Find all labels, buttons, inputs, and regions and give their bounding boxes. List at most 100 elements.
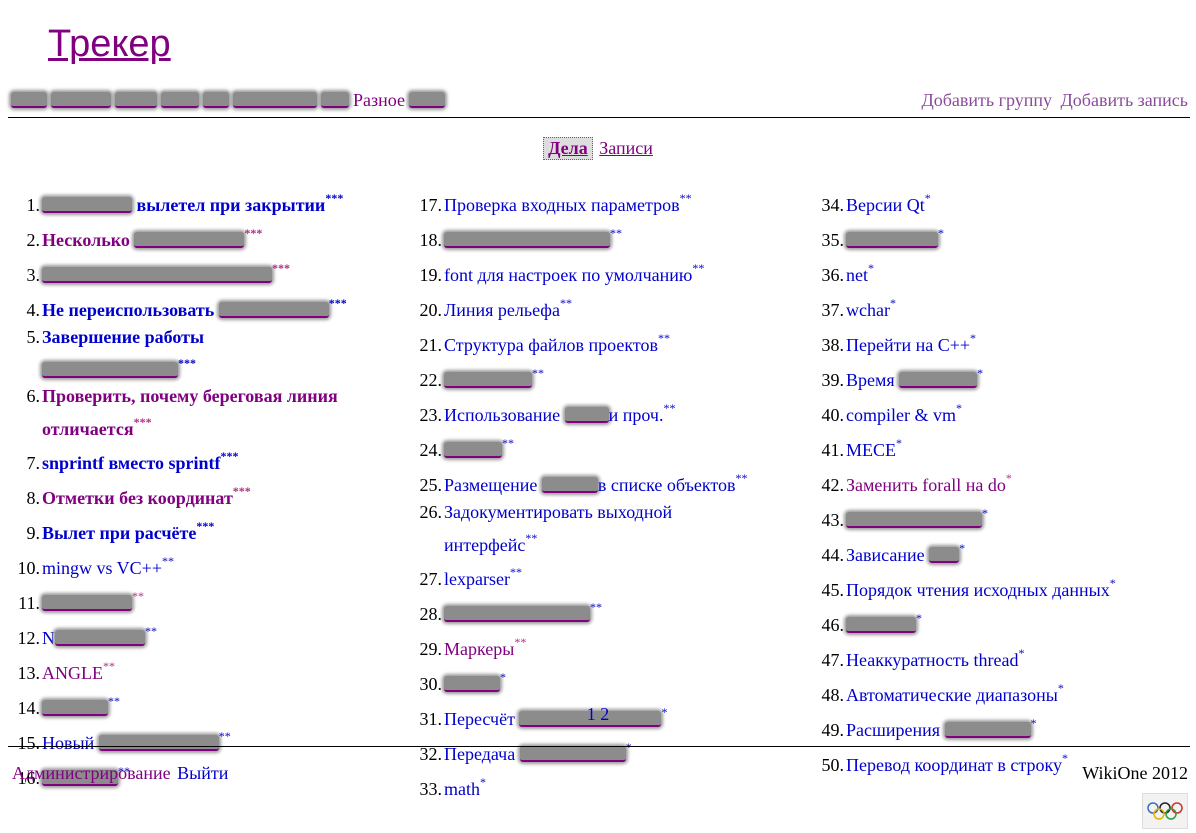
page-link-1[interactable]: 1 [587,704,596,724]
task-link[interactable]: Отметки без координат*** [42,484,251,508]
page-link-2[interactable]: 2 [600,704,609,724]
task-list-item: 2. Несколько *** [0,219,400,254]
task-link[interactable]: * [846,506,988,530]
task-link[interactable]: * [846,226,944,250]
task-list-item: 10. mingw vs VC++** [0,547,400,582]
task-title: Порядок чтения исходных данных [846,580,1110,600]
task-link[interactable]: Зависание * [846,541,965,565]
task-number: 47. [821,650,845,670]
nav-group-link[interactable] [161,90,199,110]
task-list-item: 35. * [804,219,1196,254]
nav-group-link[interactable] [408,90,445,110]
task-link[interactable]: wchar* [846,296,896,320]
add-record-link[interactable]: Добавить запись [1061,90,1188,110]
task-link[interactable]: Проверить, почему береговая линия отличае… [42,383,338,442]
task-link[interactable]: *** [42,261,290,285]
task-link[interactable]: ** [444,226,622,250]
task-link[interactable]: Новый ** [42,729,231,753]
task-list-item: 21. Структура файлов проектов** [402,324,802,359]
task-number: 17. [419,195,443,215]
task-title-line2: отличается [42,419,134,439]
task-link[interactable]: lexparser** [444,565,522,589]
task-link[interactable]: Время * [846,366,983,390]
task-link[interactable]: font для настроек по умолчанию** [444,261,704,285]
task-link[interactable]: net* [846,261,874,285]
task-link[interactable]: Неаккуратность thread* [846,646,1024,670]
task-link[interactable]: compiler & vm* [846,401,962,425]
nav-group-link[interactable] [11,90,47,110]
task-title: Автоматические диапазоны [846,685,1058,705]
task-number: 44. [821,545,845,565]
task-number: 21. [419,335,443,355]
priority-stars: ** [514,635,527,649]
task-link[interactable]: Линия рельефа** [444,296,572,320]
task-title-line2: интерфейс [444,535,526,555]
task-link[interactable]: Несколько *** [42,226,262,250]
priority-stars: ** [132,589,144,603]
task-link[interactable]: Версии Qt* [846,191,931,215]
task-link[interactable]: math* [444,775,486,799]
tab-records[interactable]: Записи [599,138,653,158]
task-link[interactable]: Размещение в списке объектов** [444,471,748,495]
nav-group-link[interactable] [115,90,157,110]
logout-link[interactable]: Выйти [177,763,228,783]
task-number: 7. [26,453,41,473]
page-title[interactable]: Трекер [48,20,171,68]
nav-group-link[interactable] [203,90,229,110]
tab-tasks[interactable]: Дела [543,137,593,160]
task-link[interactable]: N ** [42,624,157,648]
priority-stars: * [916,611,922,625]
task-link[interactable]: * [444,670,506,694]
add-group-link[interactable]: Добавить группу [921,90,1052,110]
task-link[interactable]: Порядок чтения исходных данных* [846,576,1116,600]
task-link[interactable]: Завершение работы *** [42,324,204,383]
priority-stars: ** [692,261,705,275]
task-link[interactable]: Структура файлов проектов** [444,331,670,355]
task-link[interactable]: Перевод координат в строку* [846,751,1068,775]
priority-stars: *** [220,449,239,463]
priority-stars: ** [509,565,522,579]
redacted-text [899,372,978,388]
task-link[interactable]: ** [444,366,544,390]
admin-link[interactable]: Администрирование [12,763,171,783]
task-link[interactable]: Автоматические диапазоны* [846,681,1064,705]
task-link[interactable]: вылетел при закрытии*** [42,191,343,215]
nav-group-link[interactable] [233,90,317,110]
task-number: 35. [821,230,845,250]
task-link[interactable]: ** [444,600,602,624]
task-list-item: 13. ANGLE** [0,652,400,687]
task-link[interactable]: ** [444,436,514,460]
task-link[interactable]: MECE* [846,436,902,460]
task-list-item: 3. *** [0,254,400,289]
task-title: Заменить forall на do [846,475,1006,495]
task-link[interactable]: Использование и проч.** [444,401,675,425]
task-list-item: 9. Вылет при расчёте*** [0,512,400,547]
task-link[interactable]: ANGLE** [42,659,115,683]
task-link[interactable]: Вылет при расчёте*** [42,519,214,543]
nav-group-link[interactable] [51,90,111,110]
task-link[interactable]: snprintf вместо sprintf*** [42,449,239,473]
task-link[interactable]: mingw vs VC++** [42,554,174,578]
task-link[interactable]: Маркеры** [444,635,526,659]
task-link[interactable]: Не переиспользовать *** [42,296,347,320]
priority-stars: *** [196,519,215,533]
task-link[interactable]: Задокументировать выходной интерфейс** [444,499,672,558]
task-link[interactable]: * [846,611,922,635]
task-link[interactable]: ** [42,589,144,613]
task-number: 46. [821,615,845,635]
nav-actions: Добавить группу Добавить запись [917,90,1188,111]
redacted-text [218,302,329,318]
task-link[interactable]: Проверка входных параметров** [444,191,692,215]
task-title: compiler & vm [846,405,956,425]
task-title: Время [846,370,900,390]
task-link[interactable]: Передача * [444,740,632,764]
task-title: Перевод координат в строку [846,755,1062,775]
task-list-item: 33. math* [402,768,802,803]
nav-group-link[interactable]: Разное [353,90,405,110]
nav-group-link[interactable] [321,90,349,110]
task-link[interactable]: Заменить forall на do* [846,471,1012,495]
task-link[interactable]: Перейти на C++* [846,331,976,355]
task-list-item: 41. MECE* [804,429,1196,464]
priority-stars: * [982,506,988,520]
task-title: Использование [444,405,565,425]
